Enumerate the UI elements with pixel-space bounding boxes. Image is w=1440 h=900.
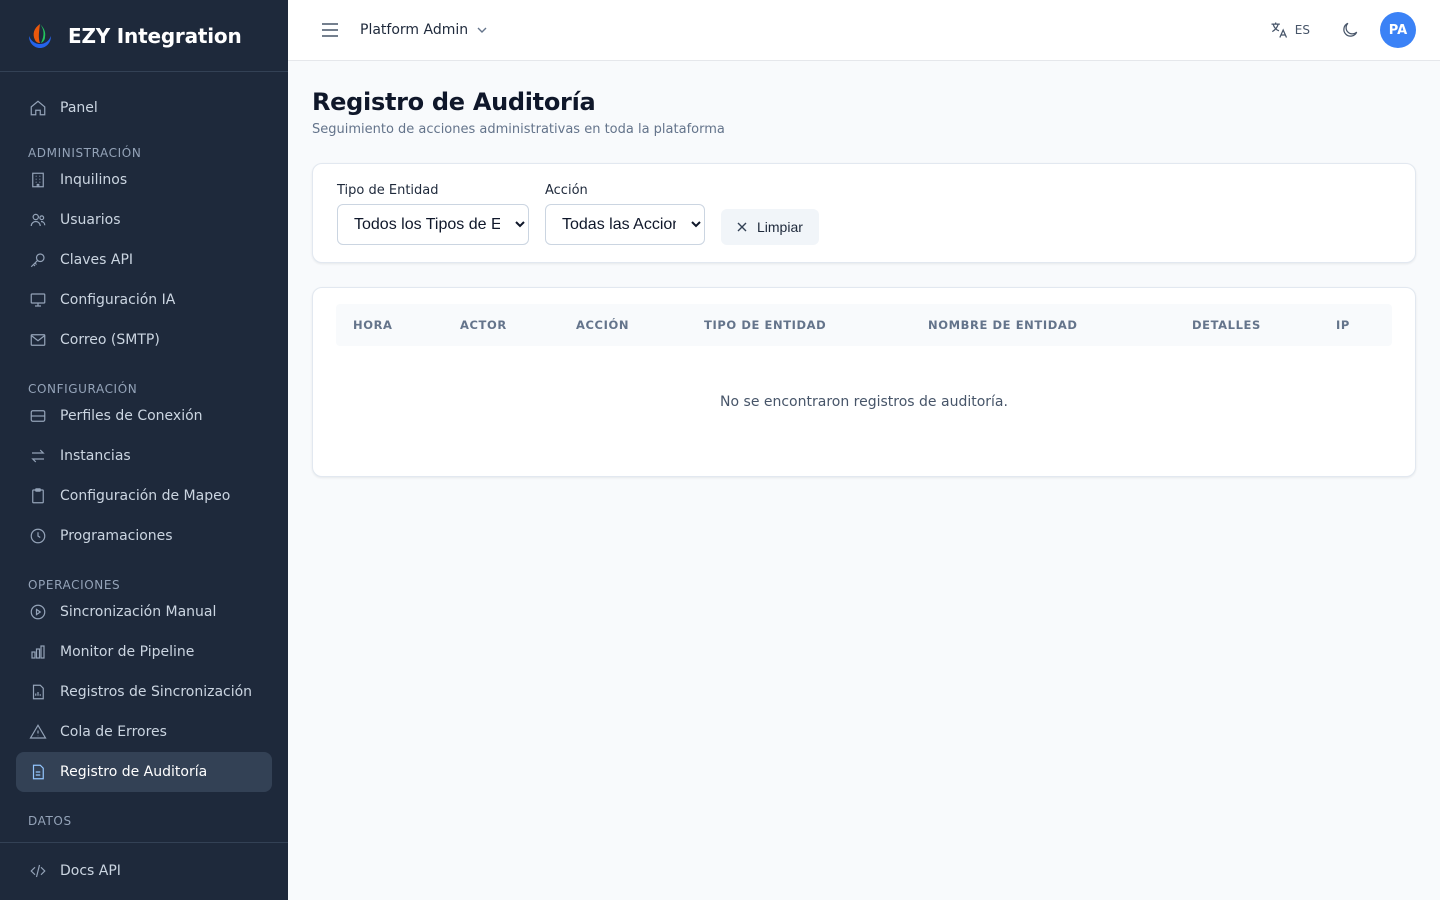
avatar[interactable]: PA <box>1380 12 1416 48</box>
sidebar-nav: Panel ADMINISTRACIÓN Inquilinos Usuarios… <box>0 72 288 828</box>
sidebar-item-usuarios[interactable]: Usuarios <box>16 200 272 240</box>
action-select[interactable]: Todas las Acciones <box>545 204 705 245</box>
empty-state-message: No se encontraron registros de auditoría… <box>720 394 1008 410</box>
tenant-selector[interactable]: Platform Admin <box>360 22 488 38</box>
sidebar-item-label: Inquilinos <box>60 172 128 188</box>
sidebar-item-registros-sincronizacion[interactable]: Registros de Sincronización <box>16 672 272 712</box>
column-header-accion[interactable]: ACCIÓN <box>576 318 629 332</box>
action-filter: Acción Todas las Acciones <box>545 183 705 245</box>
brand-logo-icon <box>29 23 51 48</box>
code-icon <box>28 861 48 881</box>
bar-chart-icon <box>28 642 48 662</box>
sidebar-item-programaciones[interactable]: Programaciones <box>16 516 272 556</box>
play-circle-icon <box>28 602 48 622</box>
home-icon <box>28 98 48 118</box>
file-chart-icon <box>28 682 48 702</box>
entity-type-label: Tipo de Entidad <box>337 183 439 198</box>
sidebar-item-label: Correo (SMTP) <box>60 332 160 348</box>
sidebar-item-label: Panel <box>60 100 98 116</box>
page-title: Registro de Auditoría <box>312 88 596 116</box>
sidebar-item-cola-errores[interactable]: Cola de Errores <box>16 712 272 752</box>
sidebar-item-label: Instancias <box>60 448 131 464</box>
section-title-datos: DATOS <box>28 814 72 828</box>
entity-type-filter: Tipo de Entidad Todos los Tipos de Entid… <box>337 183 529 245</box>
sidebar-item-label: Sincronización Manual <box>60 604 217 620</box>
document-icon <box>28 762 48 782</box>
server-icon <box>28 406 48 426</box>
warning-icon <box>28 722 48 742</box>
topbar-actions: ES PA <box>1269 12 1416 48</box>
sidebar-item-configuracion-mapeo[interactable]: Configuración de Mapeo <box>16 476 272 516</box>
sidebar-item-perfiles-conexion[interactable]: Perfiles de Conexión <box>16 396 272 436</box>
sidebar-item-inquilinos[interactable]: Inquilinos <box>16 160 272 200</box>
brand-name: EZY Integration <box>68 23 242 48</box>
main-content: Registro de Auditoría Seguimiento de acc… <box>312 61 1416 477</box>
clock-icon <box>28 526 48 546</box>
sidebar-item-label: Configuración IA <box>60 292 176 308</box>
sidebar-item-configuracion-ia[interactable]: Configuración IA <box>16 280 272 320</box>
entity-type-select[interactable]: Todos los Tipos de Entidad <box>337 204 529 245</box>
column-header-nombre-entidad[interactable]: NOMBRE DE ENTIDAD <box>928 318 1078 332</box>
sidebar-item-claves-api[interactable]: Claves API <box>16 240 272 280</box>
clear-filters-label: Limpiar <box>757 219 803 235</box>
close-icon <box>737 222 747 232</box>
sidebar-item-label: Registro de Auditoría <box>60 764 208 780</box>
sidebar: EZY Integration Panel ADMINISTRACIÓN Inq… <box>0 0 288 900</box>
clipboard-icon <box>28 486 48 506</box>
language-code: ES <box>1294 23 1310 37</box>
sidebar-item-label: Cola de Errores <box>60 724 167 740</box>
menu-toggle-button[interactable] <box>318 18 342 42</box>
clear-filters-button[interactable]: Limpiar <box>721 209 819 245</box>
language-switcher[interactable]: ES <box>1269 20 1310 40</box>
section-title-administracion: ADMINISTRACIÓN <box>28 146 142 160</box>
tenant-name: Platform Admin <box>360 22 469 38</box>
mail-icon <box>28 330 48 350</box>
theme-toggle-button[interactable] <box>1338 18 1362 42</box>
column-header-detalles[interactable]: DETALLES <box>1192 318 1261 332</box>
monitor-icon <box>28 290 48 310</box>
sidebar-item-monitor-pipeline[interactable]: Monitor de Pipeline <box>16 632 272 672</box>
section-title-operaciones: OPERACIONES <box>28 578 121 592</box>
action-label: Acción <box>545 183 588 198</box>
sidebar-footer: Docs API <box>0 842 288 900</box>
sidebar-item-docs-api[interactable]: Docs API <box>16 851 272 891</box>
column-header-actor[interactable]: ACTOR <box>460 318 507 332</box>
sidebar-item-label: Programaciones <box>60 528 173 544</box>
topbar: Platform Admin ES PA <box>288 0 1440 61</box>
sidebar-item-label: Perfiles de Conexión <box>60 408 203 424</box>
building-icon <box>28 170 48 190</box>
page-subtitle: Seguimiento de acciones administrativas … <box>312 122 725 137</box>
key-icon <box>28 250 48 270</box>
sidebar-item-label: Docs API <box>60 863 121 879</box>
sidebar-item-label: Configuración de Mapeo <box>60 488 231 504</box>
sidebar-item-sincronizacion-manual[interactable]: Sincronización Manual <box>16 592 272 632</box>
sidebar-item-label: Usuarios <box>60 212 121 228</box>
table-header: HORA ACTOR ACCIÓN TIPO DE ENTIDAD NOMBRE… <box>336 304 1392 346</box>
users-icon <box>28 210 48 230</box>
filters-card: Tipo de Entidad Todos los Tipos de Entid… <box>312 163 1416 263</box>
sidebar-item-registro-auditoria[interactable]: Registro de Auditoría <box>16 752 272 792</box>
chevron-down-icon <box>477 27 487 33</box>
column-header-tipo-entidad[interactable]: TIPO DE ENTIDAD <box>704 318 826 332</box>
brand[interactable]: EZY Integration <box>0 0 288 72</box>
sidebar-item-correo-smtp[interactable]: Correo (SMTP) <box>16 320 272 360</box>
sidebar-item-panel[interactable]: Panel <box>16 88 272 128</box>
moon-icon <box>1343 22 1358 37</box>
sidebar-item-label: Registros de Sincronización <box>60 684 253 700</box>
audit-table-card: HORA ACTOR ACCIÓN TIPO DE ENTIDAD NOMBRE… <box>312 287 1416 477</box>
sidebar-item-instancias[interactable]: Instancias <box>16 436 272 476</box>
column-header-ip[interactable]: IP <box>1336 318 1350 332</box>
sidebar-item-label: Claves API <box>60 252 134 268</box>
hamburger-icon <box>322 23 338 37</box>
column-header-hora[interactable]: HORA <box>353 318 393 332</box>
sidebar-item-label: Monitor de Pipeline <box>60 644 195 660</box>
arrows-icon <box>28 446 48 466</box>
section-title-configuracion: CONFIGURACIÓN <box>28 382 138 396</box>
translate-icon <box>1271 22 1287 38</box>
